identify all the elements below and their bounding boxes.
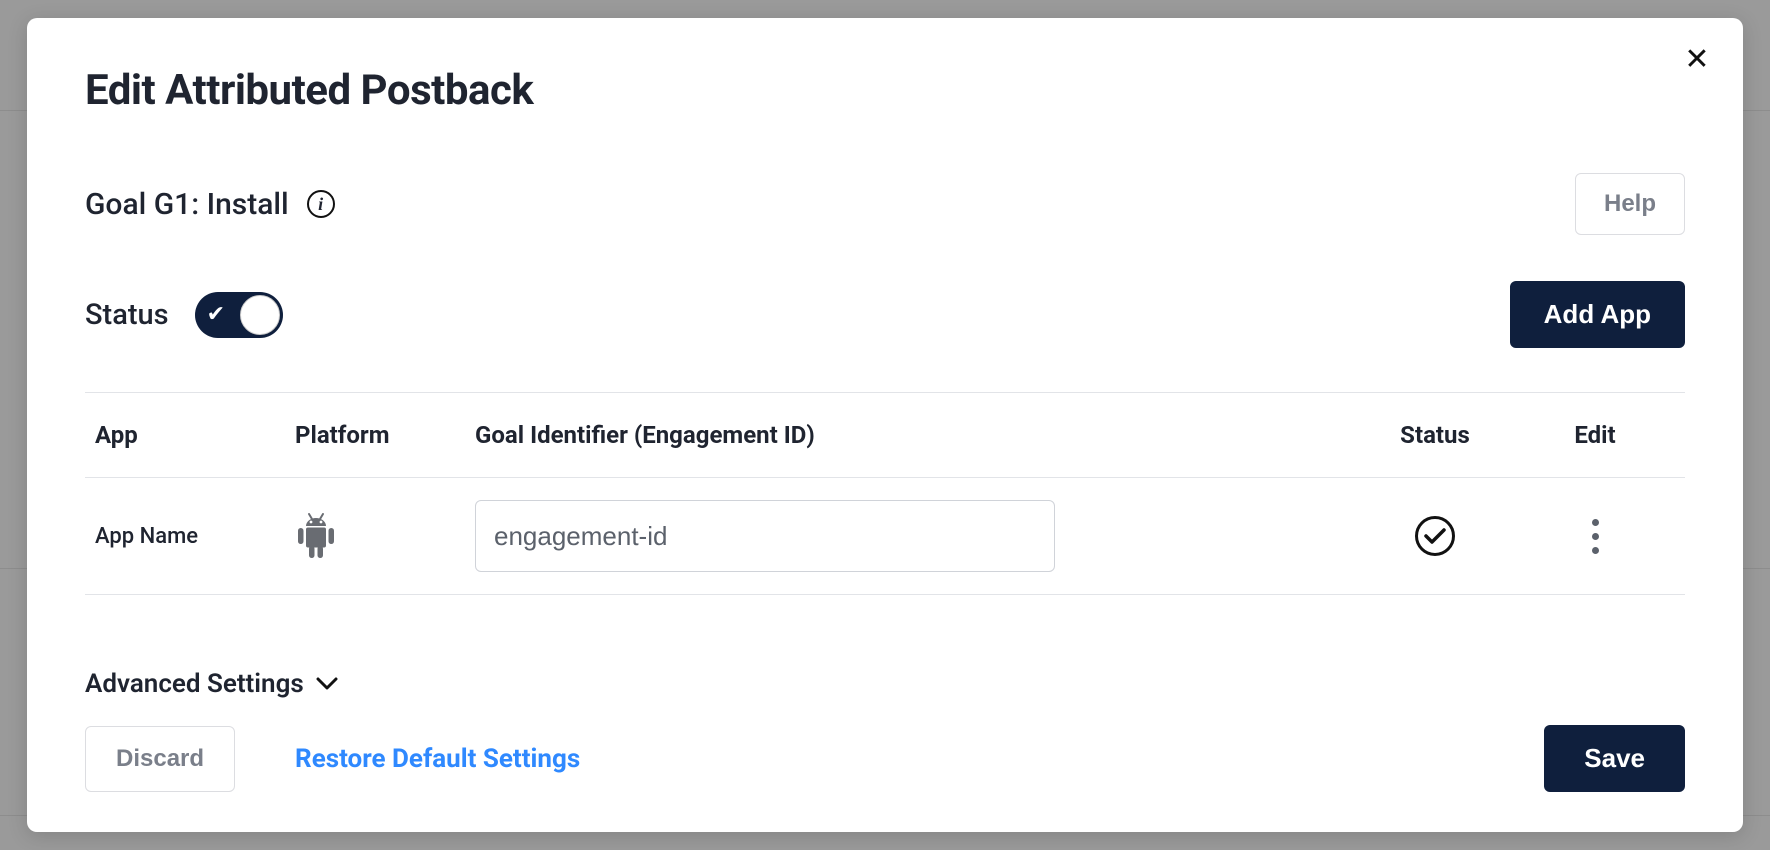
modal-footer: Discard Restore Default Settings Save [85, 725, 1685, 792]
cell-status [1355, 516, 1515, 556]
row-actions-button[interactable] [1515, 513, 1675, 560]
goal-row: Goal G1: Install i Help [85, 173, 1685, 235]
goal-identifier-input[interactable] [475, 500, 1055, 572]
add-app-button[interactable]: Add App [1510, 281, 1685, 348]
discard-button[interactable]: Discard [85, 726, 235, 792]
edit-postback-modal: ✕ Edit Attributed Postback Goal G1: Inst… [27, 18, 1743, 832]
cell-goal-identifier [475, 500, 1355, 572]
th-platform: Platform [295, 421, 475, 449]
save-button[interactable]: Save [1544, 725, 1685, 792]
chevron-down-icon [316, 673, 338, 695]
advanced-settings-label: Advanced Settings [85, 669, 304, 699]
goal-label: Goal G1: Install [85, 187, 289, 222]
kebab-icon [1586, 513, 1605, 560]
cell-app-name: App Name [95, 524, 295, 549]
check-icon: ✔ [207, 302, 225, 327]
table-row: App Name [85, 478, 1685, 595]
th-edit: Edit [1515, 421, 1675, 449]
table-header: App Platform Goal Identifier (Engagement… [85, 393, 1685, 478]
info-icon[interactable]: i [307, 190, 335, 218]
status-toggle[interactable]: ✔ [195, 292, 283, 338]
th-app: App [95, 421, 295, 449]
advanced-settings-toggle[interactable]: Advanced Settings [85, 669, 338, 699]
apps-table: App Platform Goal Identifier (Engagement… [85, 392, 1685, 595]
android-icon [295, 512, 337, 560]
status-row: Status ✔ Add App [85, 281, 1685, 348]
status-ok-icon [1415, 516, 1455, 556]
restore-defaults-link[interactable]: Restore Default Settings [295, 744, 580, 774]
cell-platform [295, 512, 475, 560]
toggle-knob [240, 295, 280, 335]
status-label: Status [85, 298, 169, 332]
th-goal-id: Goal Identifier (Engagement ID) [475, 421, 1355, 449]
close-icon[interactable]: ✕ [1683, 46, 1711, 74]
th-status: Status [1355, 421, 1515, 449]
modal-title: Edit Attributed Postback [85, 66, 1685, 115]
help-button[interactable]: Help [1575, 173, 1685, 235]
